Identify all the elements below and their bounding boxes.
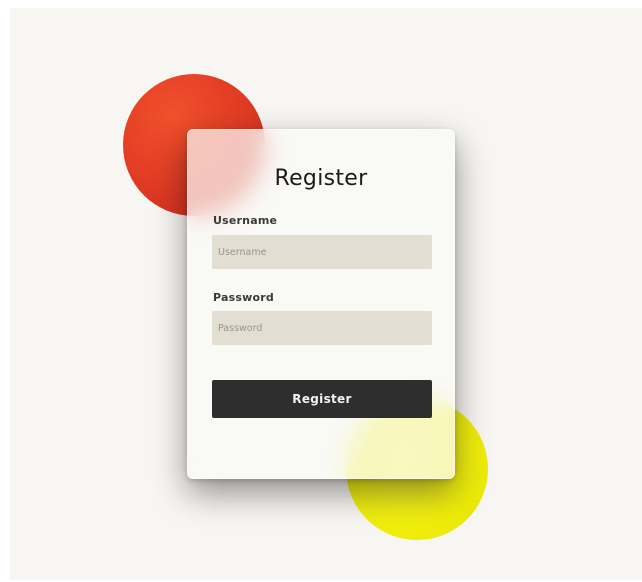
password-input[interactable] [212,311,432,345]
register-button[interactable]: Register [212,380,432,418]
password-label: Password [213,291,274,304]
username-label: Username [213,214,278,227]
page-background: Register Username Password Register [10,8,642,580]
form-title: Register [274,166,368,191]
username-input[interactable] [212,235,432,269]
register-form: Register Username Password Register [187,129,455,479]
